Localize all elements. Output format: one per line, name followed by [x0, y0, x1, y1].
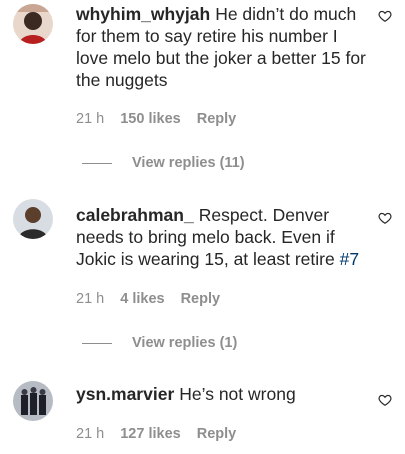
- view-replies-button[interactable]: View replies (1): [82, 335, 237, 351]
- comment-time: 21 h: [76, 291, 105, 307]
- comment-time: 21 h: [76, 111, 105, 127]
- replies-divider-line: [82, 162, 112, 164]
- reply-button[interactable]: Reply: [197, 111, 237, 127]
- reply-button[interactable]: Reply: [181, 291, 221, 307]
- comment-body: ysn.marvier He’s not wrong: [76, 383, 366, 405]
- avatar[interactable]: [13, 381, 53, 421]
- comment-meta: 21 h 127 likes Reply: [76, 426, 236, 442]
- comment-meta: 21 h 4 likes Reply: [76, 291, 220, 307]
- profile-photo: [13, 199, 53, 239]
- comment-text: He’s not wrong: [179, 384, 296, 404]
- comment-meta: 21 h 150 likes Reply: [76, 111, 236, 127]
- comment-body: calebrahman_ Respect. Denver needs to bri…: [76, 204, 366, 270]
- avatar[interactable]: [13, 4, 53, 44]
- comment-time: 21 h: [76, 426, 105, 442]
- view-replies-button[interactable]: View replies (11): [82, 155, 245, 171]
- view-replies-label: View replies (1): [132, 335, 238, 351]
- hashtag-link[interactable]: #7: [340, 249, 359, 269]
- comment-body: whyhim_whyjah He didn’t do much for them …: [76, 3, 366, 91]
- likes-count[interactable]: 4 likes: [120, 291, 164, 307]
- like-heart-icon[interactable]: [378, 211, 392, 225]
- replies-divider-line: [82, 342, 112, 344]
- reply-button[interactable]: Reply: [197, 426, 237, 442]
- comment-username[interactable]: whyhim_whyjah: [76, 4, 210, 24]
- profile-photo: [13, 4, 53, 44]
- comment-username[interactable]: calebrahman_: [76, 205, 194, 225]
- like-heart-icon[interactable]: [378, 393, 392, 407]
- likes-count[interactable]: 127 likes: [120, 426, 180, 442]
- profile-photo: [13, 381, 53, 421]
- comment-username[interactable]: ysn.marvier: [76, 384, 174, 404]
- view-replies-label: View replies (11): [132, 155, 245, 171]
- like-heart-icon[interactable]: [378, 9, 392, 23]
- likes-count[interactable]: 150 likes: [120, 111, 180, 127]
- avatar[interactable]: [13, 199, 53, 239]
